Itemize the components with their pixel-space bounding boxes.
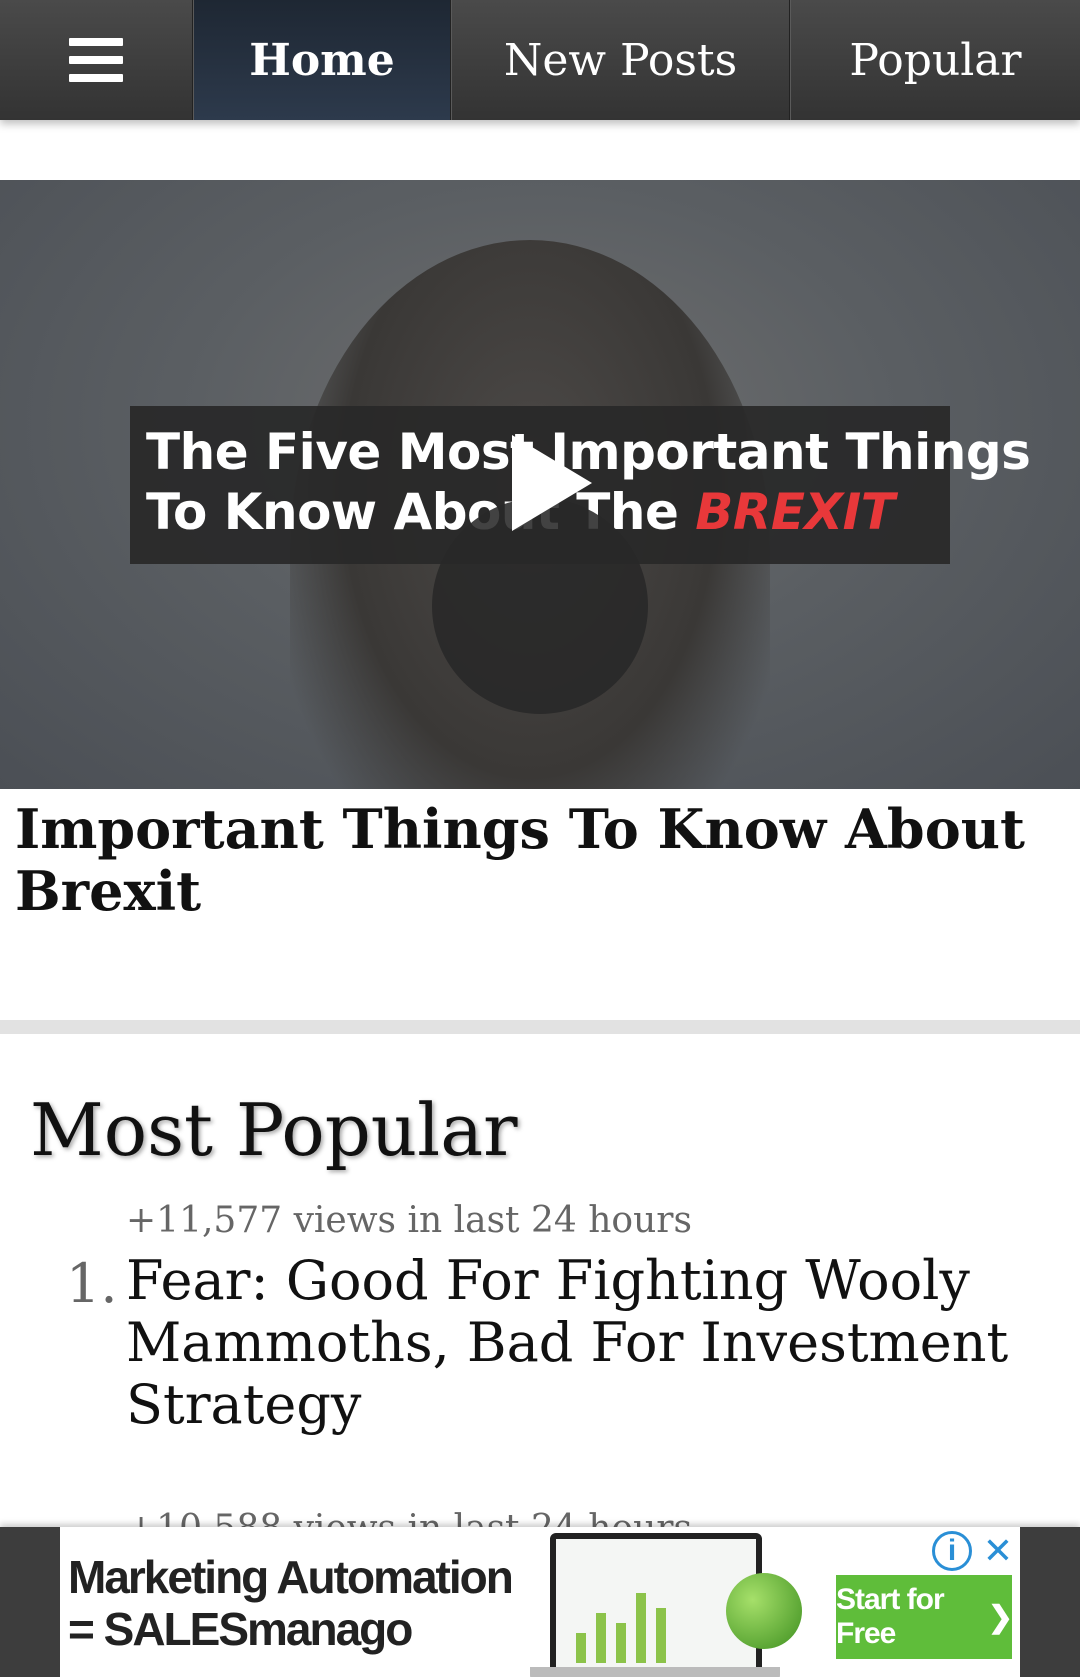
ad-headline-line-1: Marketing Automation <box>68 1551 514 1603</box>
ad-banner[interactable]: Marketing Automation = SALESmanago Start… <box>60 1527 1020 1677</box>
video-banner-highlight: BREXIT <box>695 483 895 541</box>
tab-home[interactable]: Home <box>193 0 451 120</box>
hamburger-menu-icon[interactable] <box>0 0 193 120</box>
section-divider <box>0 1020 1080 1034</box>
popular-item-rank: 1. <box>66 1252 118 1315</box>
ad-banner-bar: Marketing Automation = SALESmanago Start… <box>0 1527 1080 1677</box>
video-player[interactable]: The Five Most Important Things To Know A… <box>0 180 1080 789</box>
ad-start-for-free-button[interactable]: Start for Free ❯ <box>836 1575 1013 1659</box>
popular-item-title[interactable]: Fear: Good For Fighting Wooly Mammoths, … <box>126 1250 1026 1436</box>
play-icon[interactable] <box>512 435 592 531</box>
tab-new-posts[interactable]: New Posts <box>451 0 790 120</box>
info-icon[interactable]: i <box>932 1531 972 1571</box>
popular-item-views: +11,577 views in last 24 hours <box>126 1200 692 1241</box>
video-title[interactable]: Important Things To Know About Brexit <box>15 798 1055 922</box>
ad-cta-label: Start for Free <box>836 1583 945 1650</box>
close-icon[interactable]: ✕ <box>978 1531 1018 1572</box>
tab-popular[interactable]: Popular <box>790 0 1080 120</box>
top-navigation: Home New Posts Popular <box>0 0 1080 120</box>
ad-laptop-image <box>530 1533 830 1677</box>
most-popular-heading: Most Popular <box>30 1088 518 1172</box>
ad-headline-line-2: = SALESmanago <box>68 1603 413 1655</box>
apple-icon <box>726 1573 802 1649</box>
ad-headline: Marketing Automation = SALESmanago <box>68 1551 514 1655</box>
